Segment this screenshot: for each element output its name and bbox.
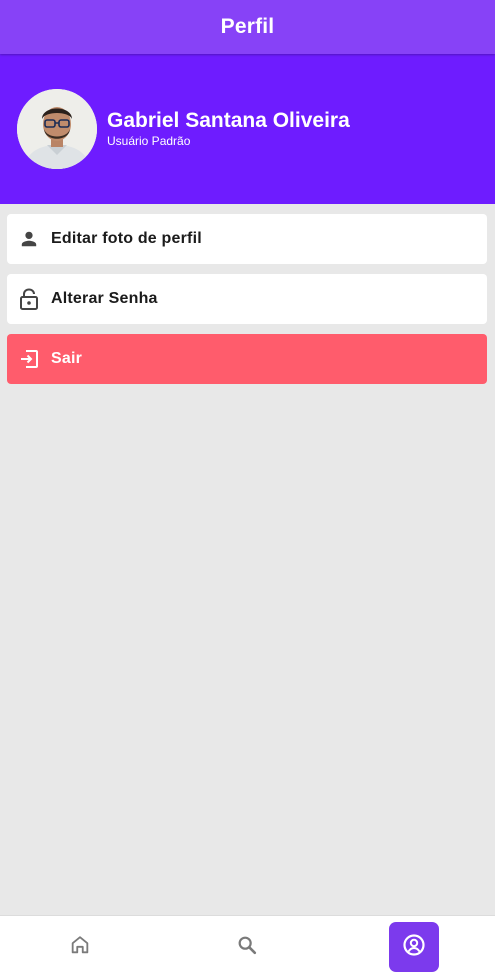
nav-profile-button[interactable]: [389, 922, 439, 972]
nav-home-button[interactable]: [55, 922, 105, 972]
logout-icon: [19, 348, 39, 370]
profile-header: Gabriel Santana Oliveira Usuário Padrão: [0, 54, 495, 204]
search-icon: [236, 934, 258, 961]
profile-menu: Editar foto de perfil Alterar Senha Sair: [7, 214, 487, 394]
logout-label: Sair: [51, 350, 83, 367]
logout-button[interactable]: Sair: [7, 334, 487, 384]
account-circle-icon: [402, 933, 426, 962]
user-name: Gabriel Santana Oliveira: [107, 109, 350, 132]
edit-photo-button[interactable]: Editar foto de perfil: [7, 214, 487, 264]
nav-search-button[interactable]: [222, 922, 272, 972]
profile-info: Gabriel Santana Oliveira Usuário Padrão: [107, 109, 350, 149]
avatar: [17, 89, 97, 169]
profile-screen: Perfil Gabriel Santana Oliveira Usuário …: [0, 0, 495, 976]
top-app-bar: Perfil: [0, 0, 495, 54]
lock-open-icon: [19, 288, 39, 310]
person-icon: [19, 228, 39, 250]
bottom-navigation: [0, 915, 495, 976]
edit-photo-label: Editar foto de perfil: [51, 230, 202, 247]
change-password-button[interactable]: Alterar Senha: [7, 274, 487, 324]
home-icon: [69, 934, 91, 961]
user-role: Usuário Padrão: [107, 134, 191, 148]
change-password-label: Alterar Senha: [51, 290, 158, 307]
page-title: Perfil: [220, 15, 275, 38]
